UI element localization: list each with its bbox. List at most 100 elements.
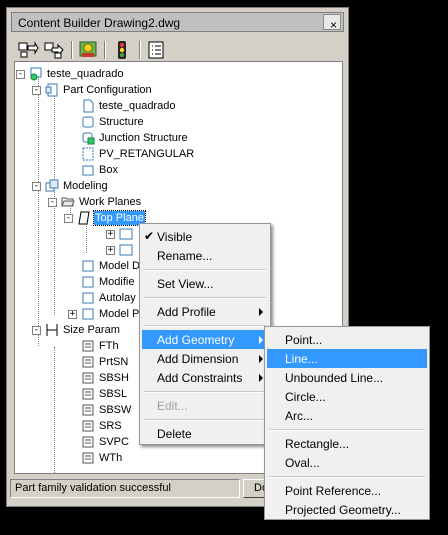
menu-item-add-dimension[interactable]: Add Dimension <box>142 349 268 368</box>
parameter-icon <box>82 404 94 416</box>
submenu-item-circle[interactable]: Circle... <box>267 387 427 406</box>
submenu-item-unbounded-line[interactable]: Unbounded Line... <box>267 368 427 387</box>
menu-separator <box>144 297 266 299</box>
tree-node-label: teste_quadrado <box>47 68 124 80</box>
menu-item-visible[interactable]: ✔ Visible <box>142 227 268 246</box>
submenu-item-projected-geometry[interactable]: Projected Geometry... <box>267 500 427 519</box>
expand-toggle[interactable]: + <box>106 230 115 239</box>
collapse-toggle[interactable]: - <box>32 86 41 95</box>
parameter-icon <box>82 436 94 448</box>
submenu-item-line[interactable]: Line... <box>267 349 427 368</box>
menu-item-label: Add Geometry <box>157 333 235 347</box>
menu-item-set-view[interactable]: Set View... <box>142 274 268 293</box>
tree-node-label: Work Planes <box>79 196 142 208</box>
menu-item-label: Visible <box>157 230 193 244</box>
geometry-submenu: Point... Line... Unbounded Line... Circl… <box>264 326 430 520</box>
menu-item-edit: Edit... <box>142 396 268 415</box>
collapse-toggle[interactable]: - <box>16 70 25 79</box>
menu-item-add-constraints[interactable]: Add Constraints <box>142 368 268 387</box>
menu-item-delete[interactable]: Delete <box>142 424 268 443</box>
tree-node-label: Part Configuration <box>63 84 152 96</box>
list-icon <box>148 41 164 59</box>
toolbar-button-list[interactable] <box>145 40 167 60</box>
menu-separator <box>144 325 266 327</box>
title-bar[interactable]: Content Builder Drawing2.dwg × <box>11 12 344 32</box>
shape-icon <box>82 147 94 161</box>
tree-node-label: Autolay <box>99 292 136 304</box>
tree-node-label: teste_quadrado <box>99 100 176 112</box>
tree-node-label: Structure <box>99 116 144 128</box>
submenu-item-point[interactable]: Point... <box>267 330 427 349</box>
menu-item-add-geometry[interactable]: Add Geometry <box>142 330 268 349</box>
tree-node-label: Junction Structure <box>99 132 188 144</box>
menu-separator <box>144 269 266 271</box>
menu-item-rename[interactable]: Rename... <box>142 246 268 265</box>
submenu-item-arc[interactable]: Arc... <box>267 406 427 425</box>
collapse-toggle[interactable]: - <box>48 198 57 207</box>
toolbar-button-validate[interactable] <box>111 40 133 60</box>
close-icon: × <box>330 18 338 32</box>
toolbar-button-properties[interactable] <box>77 40 99 60</box>
part-icon <box>30 67 42 81</box>
menu-item-add-profile[interactable]: Add Profile <box>142 302 268 321</box>
menu-item-label: Edit... <box>157 399 188 413</box>
collapse-toggle[interactable]: - <box>32 326 41 335</box>
submenu-item-rectangle[interactable]: Rectangle... <box>267 434 427 453</box>
config-icon <box>45 83 58 97</box>
window-title: Content Builder Drawing2.dwg <box>18 16 181 30</box>
toolbar-separator <box>139 41 141 59</box>
menu-item-label: Projected Geometry... <box>285 503 401 517</box>
modeling-icon <box>45 179 59 192</box>
tree-node-label: Box <box>99 164 118 176</box>
properties-icon <box>79 41 97 57</box>
menu-item-label: Set View... <box>157 277 214 291</box>
submenu-arrow-icon <box>259 374 263 382</box>
folder-open-icon <box>61 197 75 207</box>
toolbar-button-extract[interactable] <box>43 40 65 60</box>
menu-item-label: Oval... <box>285 456 320 470</box>
tree-node-label: WTh <box>99 452 123 464</box>
submenu-arrow-icon <box>259 308 263 316</box>
close-button[interactable]: × <box>323 14 341 32</box>
tree-node-label: SVPC <box>99 436 129 448</box>
menu-item-label: Arc... <box>285 409 314 423</box>
sketch-icon <box>119 244 133 256</box>
submenu-arrow-icon <box>259 355 263 363</box>
tree-node-label: Model P <box>99 308 140 320</box>
expand-toggle[interactable]: + <box>68 310 77 319</box>
autolayout-icon <box>82 292 94 304</box>
tree-node-label: Size Param <box>63 324 120 336</box>
submenu-arrow-icon <box>259 336 263 344</box>
tree-node-label: Model D <box>99 260 140 272</box>
tree-node-label: SBSH <box>99 372 129 384</box>
tree-node-label: PV_RETANGULAR <box>99 148 195 160</box>
submenu-item-point-reference[interactable]: Point Reference... <box>267 481 427 500</box>
menu-item-label: Delete <box>157 427 192 441</box>
toolbar-separator <box>71 41 73 59</box>
box-icon <box>82 165 94 176</box>
menu-item-label: Unbounded Line... <box>285 371 384 385</box>
context-menu: ✔ Visible Rename... Set View... Add Prof… <box>139 223 271 445</box>
collapse-toggle[interactable]: - <box>64 214 73 223</box>
parameter-icon <box>82 372 94 384</box>
expand-toggle[interactable]: + <box>106 246 115 255</box>
menu-item-label: Add Dimension <box>157 352 239 366</box>
menu-separator <box>144 391 266 393</box>
check-icon: ✔ <box>144 229 155 243</box>
tree-node-label: Top Plane <box>93 210 146 226</box>
plane-icon <box>78 211 90 225</box>
parameter-icon <box>82 388 94 400</box>
menu-item-label: Line... <box>285 352 318 366</box>
toolbar-button-insert[interactable] <box>17 40 39 60</box>
tree-node-label: SBSW <box>99 404 132 416</box>
menu-item-label: Circle... <box>285 390 326 404</box>
sketch-icon <box>119 228 133 240</box>
toolbar-separator <box>104 41 106 59</box>
menu-item-label: Add Profile <box>157 305 216 319</box>
junction-structure-icon <box>82 132 95 145</box>
submenu-item-oval[interactable]: Oval... <box>267 453 427 472</box>
parameter-icon <box>82 420 94 432</box>
extract-icon <box>44 42 64 59</box>
status-text: Part family validation successful <box>15 482 171 494</box>
collapse-toggle[interactable]: - <box>32 182 41 191</box>
